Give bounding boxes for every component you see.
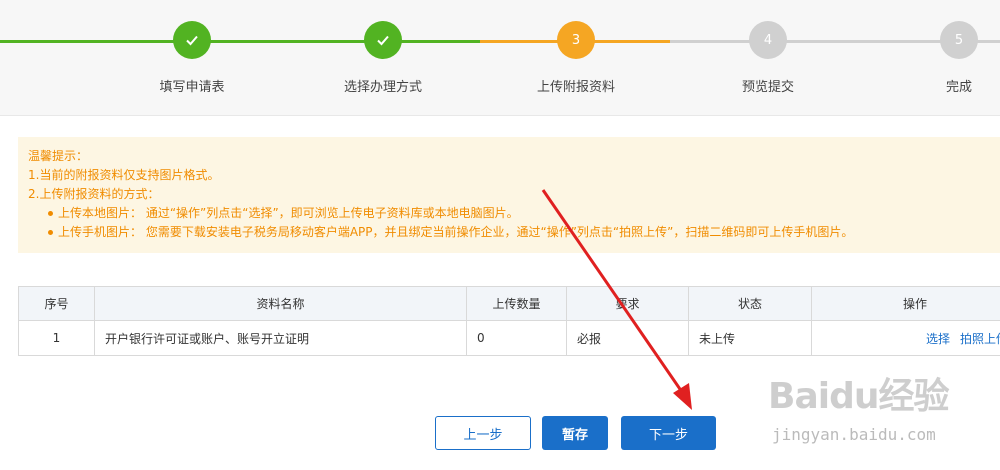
- baidu-watermark: Baidu经验 jingyan.baidu.com: [768, 367, 994, 457]
- watermark-logo: Baidu经验: [768, 376, 949, 417]
- watermark-url: jingyan.baidu.com: [772, 425, 936, 444]
